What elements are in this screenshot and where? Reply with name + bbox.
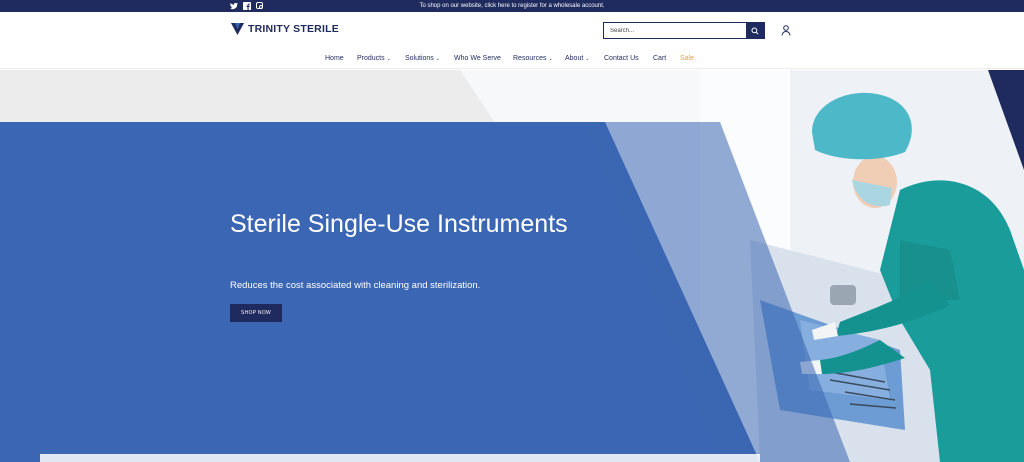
nav-products[interactable]: Products ⌄ (357, 53, 391, 65)
nav-contact-us[interactable]: Contact Us (604, 53, 639, 65)
search-bar (603, 22, 765, 39)
chevron-down-icon: ⌄ (435, 56, 440, 62)
chevron-down-icon: ⌄ (548, 56, 553, 62)
chevron-down-icon: ⌄ (585, 56, 590, 62)
hero-background (0, 70, 1024, 462)
nav-home[interactable]: Home (325, 53, 344, 65)
brand-name: TRINITY STERILE (248, 23, 339, 35)
nav-resources[interactable]: Resources ⌄ (513, 53, 553, 65)
nav-cart[interactable]: Cart (653, 53, 666, 65)
shop-now-button[interactable]: SHOP NOW (230, 304, 282, 322)
account-icon[interactable] (781, 25, 791, 36)
hero-title: Sterile Single-Use Instruments (230, 210, 568, 238)
logo-mark-icon (231, 23, 244, 35)
announcement-bar: To shop on our website, click here to re… (0, 0, 1024, 12)
brand-logo[interactable]: TRINITY STERILE (231, 23, 339, 35)
nav-solutions[interactable]: Solutions ⌄ (405, 53, 440, 65)
search-icon (751, 26, 759, 35)
search-button[interactable] (746, 23, 764, 38)
hero-subtitle: Reduces the cost associated with cleanin… (230, 280, 481, 291)
announcement-text[interactable]: To shop on our website, click here to re… (0, 0, 1024, 12)
nav-who-we-serve[interactable]: Who We Serve (454, 53, 501, 65)
search-input[interactable] (604, 23, 746, 38)
nav-sale[interactable]: Sale (680, 53, 694, 65)
chevron-down-icon: ⌄ (386, 56, 391, 62)
main-nav: Home Products ⌄ Solutions ⌄ Who We Serve R… (0, 53, 1024, 65)
hero-banner: Sterile Single-Use Instruments Reduces t… (0, 70, 1024, 462)
nav-about[interactable]: About ⌄ (565, 53, 590, 65)
site-header: TRINITY STERILE Home Products⌄ Solutions… (0, 12, 1024, 69)
